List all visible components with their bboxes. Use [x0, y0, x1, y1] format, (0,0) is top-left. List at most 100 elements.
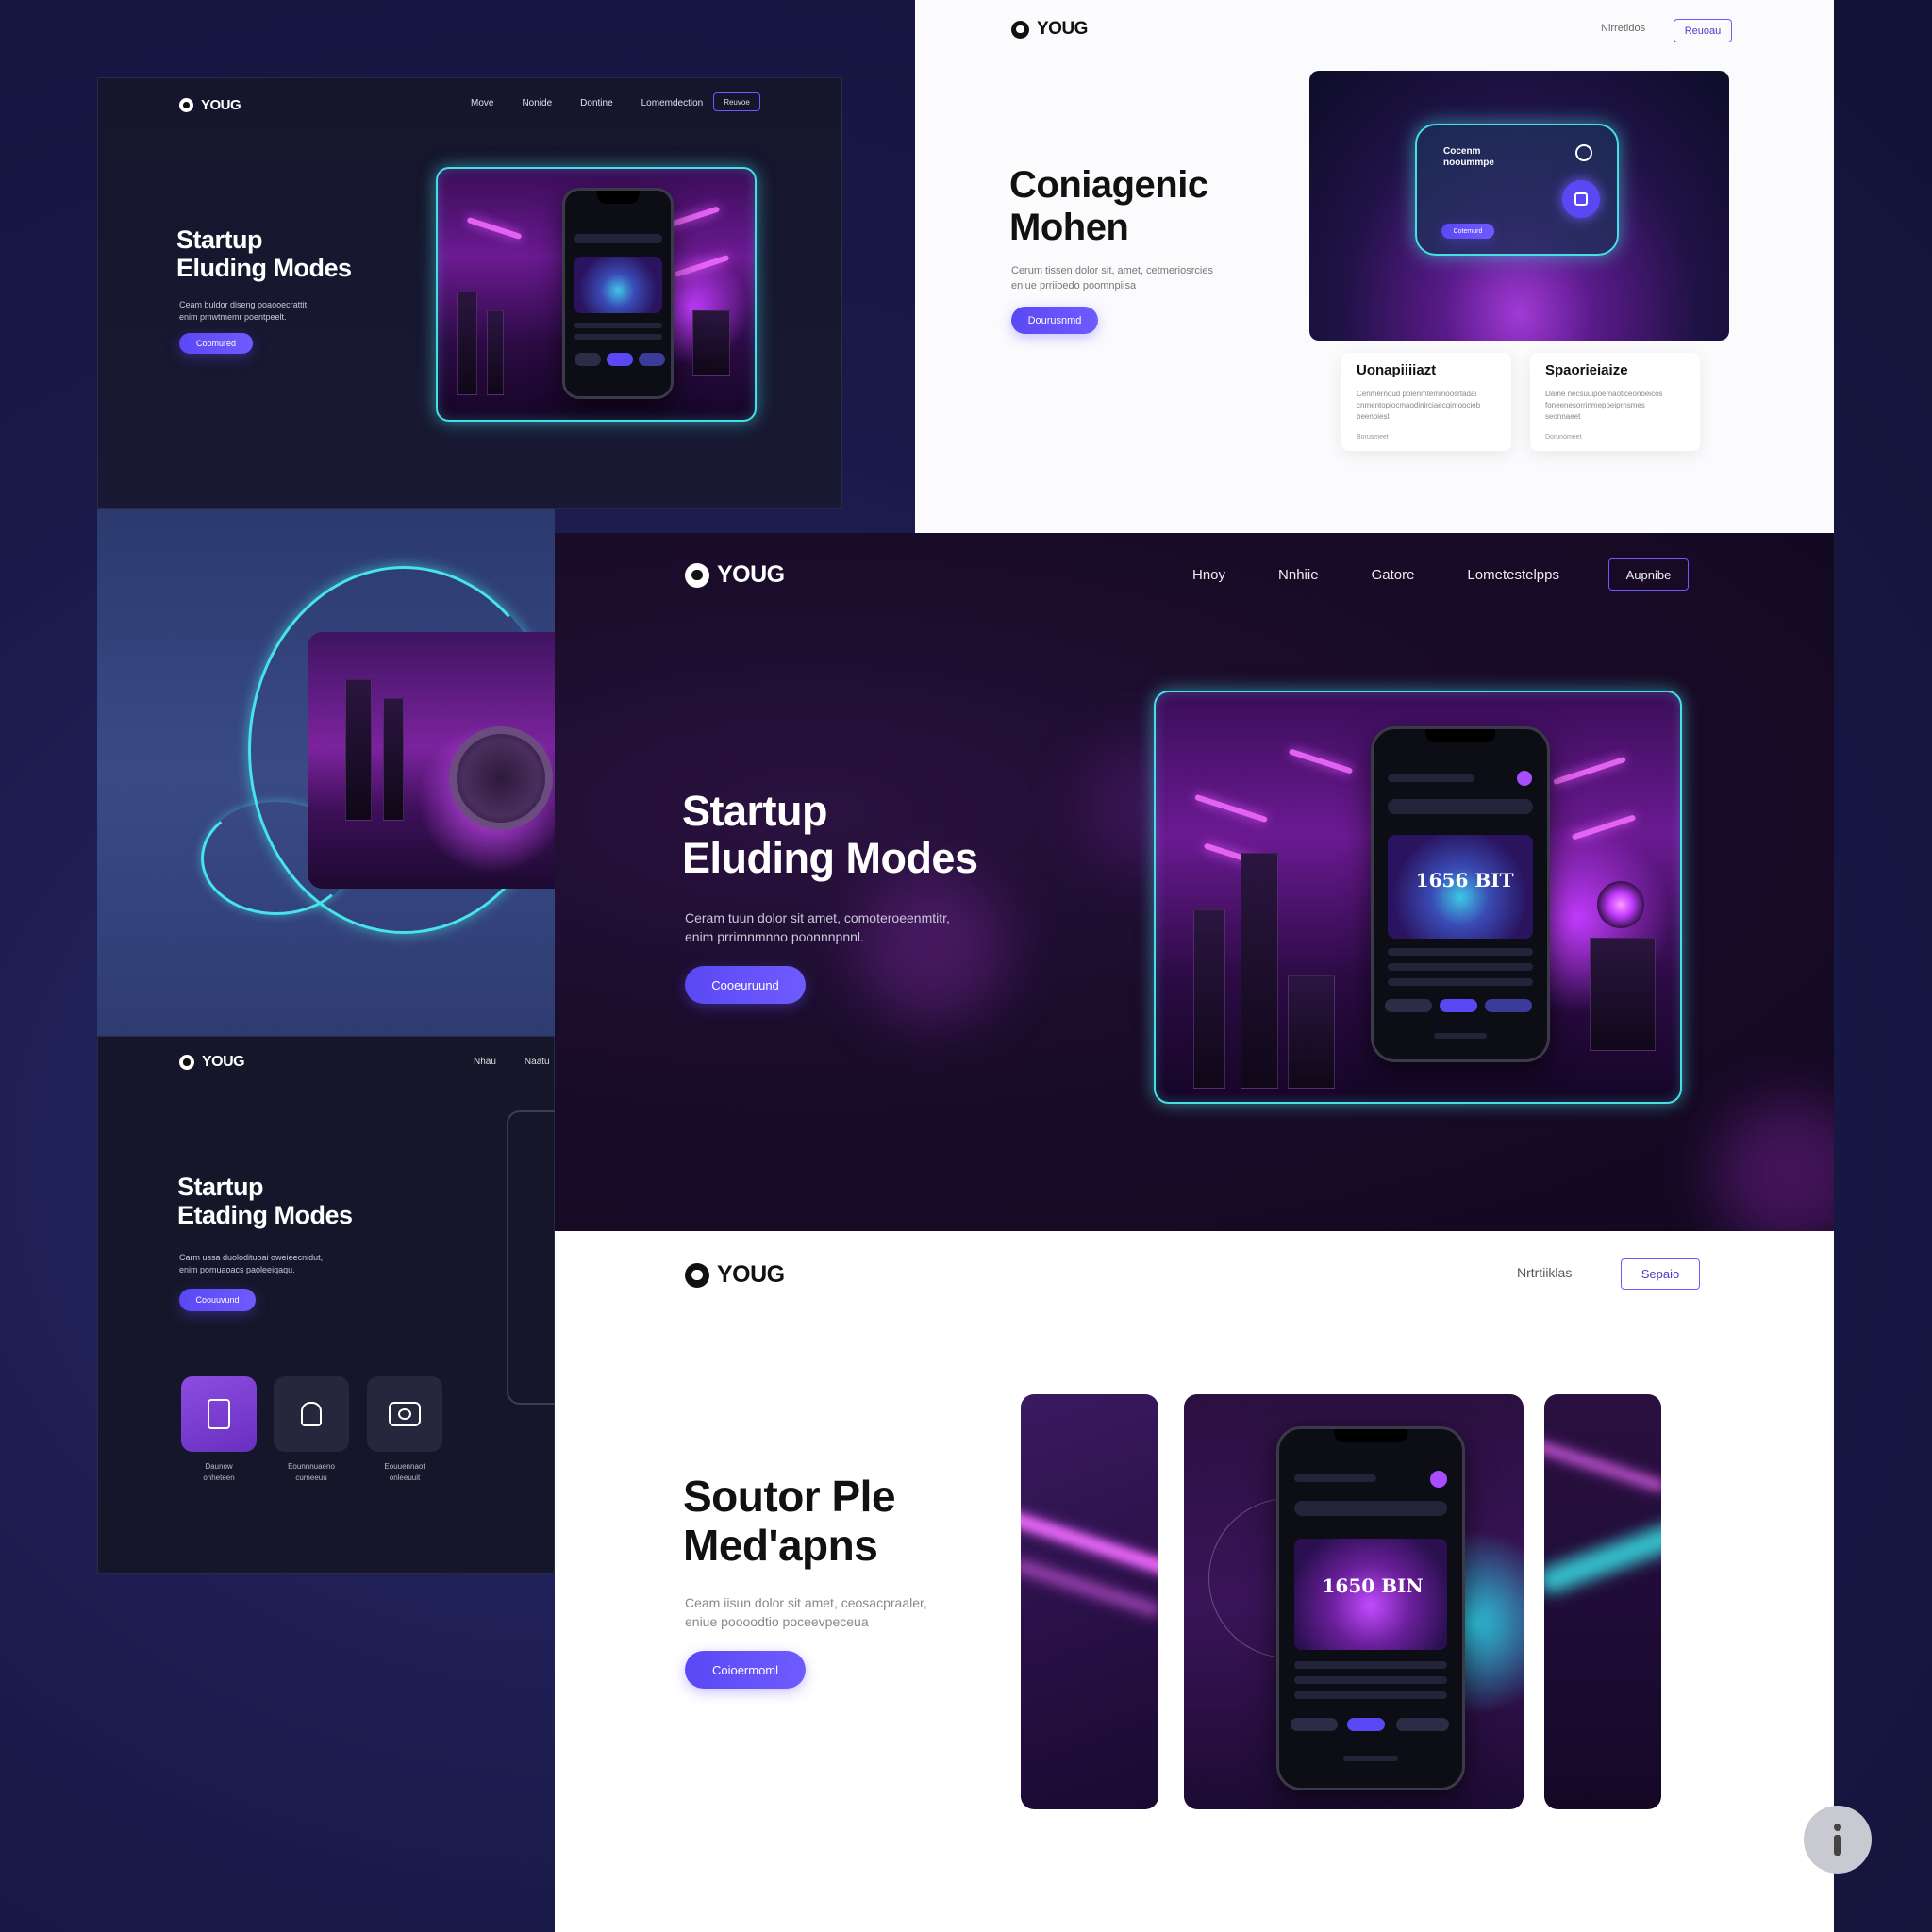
- hero-cta-button[interactable]: Dourusnmd: [1011, 307, 1098, 334]
- brand-name: YOUG: [717, 1261, 785, 1288]
- nav-item-nonide[interactable]: Nonide: [522, 98, 552, 108]
- phone-footer-row: [1434, 1033, 1487, 1039]
- hero-subtitle: Ceam iisun dolor sit amet, ceosacpraaler…: [685, 1593, 927, 1632]
- nav-cta-button[interactable]: Reuvoe: [713, 92, 760, 111]
- panel-top-right: YOUG Nirretidos Reuoau Coniagenic Mohen …: [915, 0, 1834, 533]
- hero-subtitle: Ceam buldor diseng poaooecrattit, enim p…: [179, 299, 309, 324]
- panel-bottom: YOUG Nrtrtiiklas Sepaio Soutor Ple Med'a…: [555, 1231, 1834, 1932]
- phone-list-row: [1387, 948, 1534, 956]
- nav-item-lomemdection[interactable]: Lomemdection: [641, 98, 704, 108]
- hero-cta-label: Dourusnmd: [1027, 314, 1082, 326]
- phone-mockup: 1656 BIT: [1371, 726, 1550, 1062]
- hero-image-frame: 1656 BIT: [1154, 691, 1682, 1104]
- neon-streak: [1021, 1509, 1158, 1575]
- nav-item-lometestelpps[interactable]: Lometestelpps: [1467, 567, 1559, 583]
- hero-title: Soutor Ple Med'apns: [683, 1472, 896, 1570]
- hero-title-line1: Startup: [682, 787, 827, 835]
- hero-subtitle-line2: enim prrimnmnno poonnnpnnl.: [685, 929, 864, 945]
- nav-item-gatore[interactable]: Gatore: [1372, 567, 1415, 583]
- neon-streak: [1571, 814, 1637, 841]
- nav-item-nirretidos[interactable]: Nirretidos: [1601, 23, 1645, 34]
- feature-tile-document[interactable]: [181, 1376, 257, 1452]
- feature-card-meta: Borusmeet: [1357, 434, 1389, 441]
- phone-chip: [1485, 999, 1532, 1012]
- logo-icon: [179, 1055, 194, 1070]
- phone-list-row: [1293, 1661, 1448, 1669]
- phone-list-row: [1293, 1676, 1448, 1684]
- hero-image: Cocenm nooummpe Cotemurd: [1309, 71, 1729, 341]
- gallery-panel-center: 1650 BIN: [1184, 1394, 1524, 1809]
- hero-cta-button[interactable]: Coioermoml: [685, 1651, 806, 1689]
- hero-subtitle-line1: Carm ussa duolodituoai oweieecnidut,: [179, 1253, 324, 1262]
- brand-logo[interactable]: YOUG: [685, 1261, 785, 1289]
- info-icon: [1832, 1824, 1843, 1856]
- feature-card[interactable]: Spaorieiaize Dame necsuuipoemaoticeonoei…: [1530, 353, 1700, 451]
- top-nav: Move Nonide Dontine Lomemdection: [471, 98, 703, 108]
- brand-logo[interactable]: YOUG: [179, 97, 242, 113]
- feature-card-title: Uonapiiiiazt: [1357, 362, 1437, 378]
- card-cta-button[interactable]: Cotemurd: [1441, 224, 1494, 239]
- logo-icon: [685, 1262, 709, 1288]
- brand-logo[interactable]: YOUG: [1011, 19, 1088, 40]
- card-text-line1: Cocenm: [1443, 146, 1481, 157]
- nav-item-nnhiie[interactable]: Nnhiie: [1278, 567, 1319, 583]
- feature-card[interactable]: Uonapiiiiazt Cenmernoud polenmtemirioosr…: [1341, 353, 1511, 451]
- nav-item-nrtrtiiklas[interactable]: Nrtrtiiklas: [1517, 1265, 1572, 1280]
- phone-header-row: [1387, 774, 1474, 782]
- visual-image: [308, 632, 555, 889]
- tile-caption: Daunow onheteen: [181, 1461, 257, 1484]
- card-search-icon[interactable]: [1575, 144, 1592, 161]
- hero-cta-button[interactable]: Coouuvund: [179, 1289, 256, 1311]
- tile-caption-line: onleeuuit: [389, 1474, 421, 1482]
- speaker-light: [1597, 881, 1644, 928]
- nav-item-hnoy[interactable]: Hnoy: [1192, 567, 1225, 583]
- turbine-shape: [449, 726, 553, 830]
- pillar: [487, 310, 504, 395]
- hero-cta-button[interactable]: Cooeuruund: [685, 966, 806, 1004]
- logo-icon: [1011, 20, 1029, 39]
- info-button[interactable]: [1804, 1806, 1872, 1874]
- brand-logo[interactable]: YOUG: [179, 1054, 245, 1071]
- hero-subtitle-line1: Ceram tuun dolor sit amet, comoteroeenmt…: [685, 910, 950, 925]
- phone-artwork-text: 1650 BIN: [1322, 1574, 1424, 1597]
- hero-subtitle-line1: Ceam buldor diseng poaooecrattit,: [179, 300, 309, 309]
- hero-title: Startup Eluding Modes: [176, 225, 352, 282]
- hero-image-frame: [436, 167, 757, 422]
- nav-item-dontine[interactable]: Dontine: [580, 98, 612, 108]
- nav-cta-button[interactable]: Aupnibe: [1608, 558, 1689, 591]
- phone-list-row: [1387, 963, 1534, 971]
- phone-footer-row: [1342, 1756, 1399, 1761]
- card-text-line2: nooummpe: [1443, 158, 1494, 168]
- phone-notch: [596, 191, 640, 204]
- nav-item-nhau[interactable]: Nhau: [474, 1057, 496, 1067]
- neon-streak: [1194, 793, 1268, 824]
- hero-title-line2: Med'apns: [683, 1520, 878, 1570]
- phone-list-row: [573, 323, 663, 328]
- bokeh-light: [1715, 1099, 1834, 1231]
- neon-streak: [1288, 748, 1354, 774]
- nav-item-move[interactable]: Move: [471, 98, 493, 108]
- feature-tile-lock[interactable]: [274, 1376, 349, 1452]
- brand-logo[interactable]: YOUG: [685, 561, 785, 589]
- hero-cta-button[interactable]: Coomured: [179, 333, 253, 354]
- tile-caption: Eouuennaot onleeuuit: [367, 1461, 442, 1484]
- neon-streak: [1021, 1559, 1158, 1616]
- bokeh-light: [857, 873, 1008, 1024]
- feature-tile-camera[interactable]: [367, 1376, 442, 1452]
- pillar: [457, 291, 477, 395]
- top-nav: Hnoy Nnhiie Gatore Lometestelpps: [1192, 567, 1559, 583]
- hero-subtitle: Carm ussa duolodituoai oweieecnidut, eni…: [179, 1252, 323, 1276]
- feature-card-desc: Cenmernoud polenmtemirioosrtadai cnmento…: [1357, 389, 1480, 423]
- pillar: [1590, 938, 1656, 1051]
- hero-title-line2: Eluding Modes: [176, 254, 352, 283]
- nav-cta-button[interactable]: Sepaio: [1621, 1258, 1700, 1290]
- nav-item-naatu[interactable]: Naatu: [525, 1057, 550, 1067]
- feature-card-desc-line: beenoiest: [1357, 412, 1390, 421]
- phone-mockup: 1650 BIN: [1276, 1426, 1465, 1790]
- hero-title: Startup Eluding Modes: [682, 787, 978, 883]
- tile-caption-line: Daunow: [205, 1462, 233, 1471]
- brand-name: YOUG: [717, 561, 785, 588]
- card-action-icon[interactable]: [1562, 180, 1600, 218]
- document-icon: [208, 1399, 230, 1429]
- nav-cta-button[interactable]: Reuoau: [1674, 19, 1732, 42]
